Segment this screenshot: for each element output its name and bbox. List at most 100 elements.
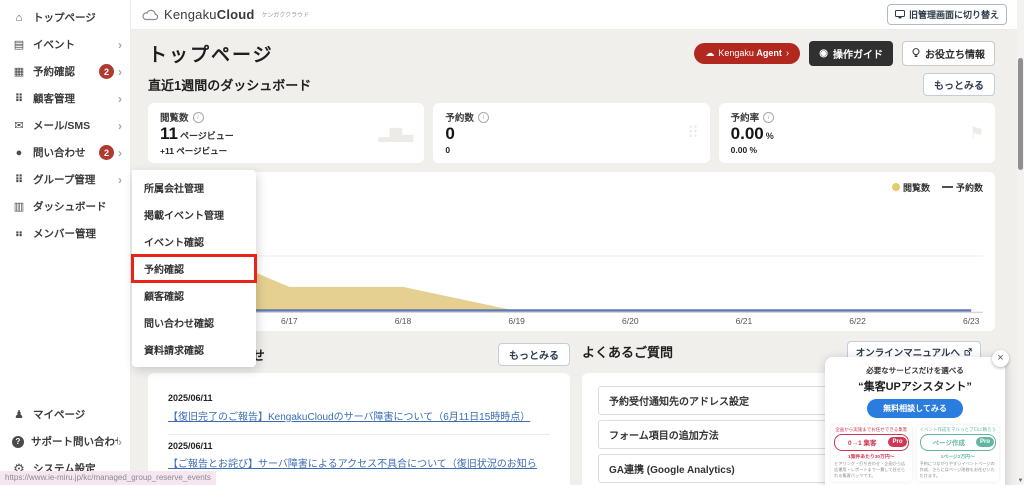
promo-service-card[interactable]: 企画から実施までお任せできる集客 0→1 集客 Pro 1案件あたり30万円～ ヒアリン… (831, 424, 912, 482)
pro-badge: Pro (888, 437, 907, 448)
mail-icon: ✉ (14, 120, 24, 132)
faq-section: よくあるご質問 オンラインマニュアルへ 予約受付通知先のアドレス設定 フォーム項目… (582, 340, 1009, 485)
submenu-item[interactable]: イベント確認 (132, 228, 256, 255)
news-link[interactable]: 【ご報告とお詫び】サーバ障害によるアクセス不具合について（復旧状況のお知らせ） (168, 455, 550, 485)
dashboard-section-header: 直近1週間のダッシュボード もっとみる (148, 73, 995, 96)
event-icon: ▤ (13, 39, 25, 51)
submenu-item[interactable]: 掲載イベント管理 (132, 201, 256, 228)
submenu-item[interactable]: 予約確認 (131, 254, 257, 283)
promo-card-price: 1ページ2万円～ (940, 454, 975, 460)
x-tick-label: 6/21 (735, 315, 753, 326)
submenu-item[interactable]: 所属会社管理 (132, 174, 256, 201)
submenu-item[interactable]: 資料請求確認 (132, 336, 256, 363)
sidebar-item-home[interactable]: ⌂ トップページ (0, 4, 130, 31)
chart-card: 予約数・閲覧数 i 閲覧数 予約数 6/176/186/196/206/216/… (148, 171, 995, 331)
notification-badge: 2 (99, 64, 114, 79)
stat-card-label-row: 閲覧数 i (160, 110, 412, 124)
close-icon[interactable]: × (992, 349, 1009, 367)
cloud-icon: ☁ (705, 47, 715, 58)
x-tick-label: 6/20 (622, 315, 639, 326)
x-tick-label: 6/19 (508, 315, 525, 326)
pro-badge: Pro (975, 437, 994, 448)
stat-card: 閲覧数 i 11 ページビュー +11 ページビュー ▂▆▃ (148, 103, 425, 163)
submenu-item[interactable]: 顧客確認 (132, 282, 256, 309)
mypage-icon: ♟ (14, 409, 24, 421)
sidebar-item-group[interactable]: ⠿ グループ管理 › (0, 166, 130, 193)
stat-card-value: 11 ページビュー (160, 124, 412, 144)
sidebar-item-label: イベント (33, 39, 75, 51)
group-management-submenu: 所属会社管理 掲載イベント管理 イベント確認 予約確認 顧客確認 問い合わせ確認 資料請求確… (131, 170, 257, 367)
content: トップページ ☁ Kengaku Agent › ◉ 操作ガイド お役立ち情報 (130, 30, 1017, 485)
sidebar-nav-list: ⌂ トップページ ▤ イベント › ▦ 予約確認 2 › ⠿ 顧客管理 › ✉ メール/SMS › ● 問い合わ… (0, 0, 130, 247)
dashboard-section-title: 直近1週間のダッシュボード (148, 78, 312, 93)
sidebar-item-members[interactable]: ⠶ メンバー管理 (0, 220, 130, 247)
stat-value-unit: % (765, 131, 774, 141)
chevron-right-icon: › (118, 91, 122, 106)
news-item: 2025/06/11 【復旧完了のご報告】KengakuCloudのサーバ障害につ… (168, 387, 550, 435)
sidebar-item-dashboard[interactable]: ▥ ダッシュボード (0, 193, 130, 220)
scrollbar-track[interactable]: ▼ (1017, 0, 1024, 485)
useful-info-button[interactable]: お役立ち情報 (902, 40, 995, 66)
sidebar-item-mypage[interactable]: ♟ マイページ (0, 401, 130, 428)
stat-card-subvalue: +11 ページビュー (160, 145, 228, 156)
reservations-views-chart (160, 201, 983, 313)
free-consultation-button[interactable]: 無料相談してみる (867, 398, 963, 418)
lightbulb-icon (912, 47, 920, 57)
stat-card-value: 0 (445, 124, 697, 144)
sidebar-item-event[interactable]: ▤ イベント › (0, 31, 130, 58)
news-item: 2025/06/11 【ご報告とお詫び】サーバ障害によるアクセス不具合について（復… (168, 435, 550, 485)
stat-card-label: 閲覧数 (160, 113, 189, 124)
guide-circle-icon: ◉ (819, 47, 828, 59)
legend-dot-icon (891, 183, 900, 192)
dashboard-more-button[interactable]: もっとみる (923, 73, 995, 96)
promo-card-tagline: 企画から実施までお任せできる集客 (835, 426, 908, 432)
chevron-right-icon: › (118, 118, 122, 133)
info-icon: i (477, 111, 489, 123)
sidebar-item-label: 予約確認 (33, 66, 75, 78)
sidebar-item-inquiry[interactable]: ● 問い合わせ 2 › (0, 139, 130, 166)
stat-card-subvalue: 0.00 % (730, 144, 758, 155)
promo-service-card[interactable]: イベント作成をマルっとプロに頼ろう ページ作成 Pro 1ページ2万円～ 予約につながり… (916, 424, 999, 482)
sidebar-item-label: 問い合わせ (33, 147, 86, 159)
stat-card-label-row: 予約率 i (731, 110, 983, 124)
stat-value-number: 0 (445, 124, 455, 143)
stat-value-number: 0.00 (730, 124, 764, 143)
x-tick-label: 6/17 (281, 315, 298, 326)
faq-section-title: よくあるご質問 (582, 345, 674, 361)
scrollbar-down-arrow[interactable]: ▼ (1017, 478, 1024, 484)
sidebar-item-label: 顧客管理 (33, 93, 75, 105)
legend-reservations: 予約数 (941, 181, 983, 194)
scrollbar-thumb[interactable] (1018, 58, 1023, 170)
submenu-item[interactable]: 問い合わせ確認 (132, 309, 256, 336)
stat-card-subvalue: 0 (445, 144, 451, 155)
inquiry-icon: ● (15, 146, 23, 159)
stat-card-label: 予約率 (730, 113, 760, 124)
monitor-icon (894, 10, 905, 19)
topbar: KengakuCloud ケンガククラウド 旧管理画面に切り替え (130, 0, 1017, 30)
sidebar-item-mail[interactable]: ✉ メール/SMS › (0, 112, 130, 139)
operation-guide-button[interactable]: ◉ 操作ガイド (809, 40, 893, 66)
chart-x-axis-labels: 6/17 6/18 6/19 6/20 6/21 6/22 6/23 (160, 313, 983, 329)
sidebar-footer-list: ♟ マイページ? サポート問い合わせ › ⚙ システム設定 (0, 401, 130, 482)
sidebar-item-label: サポート問い合わせ (31, 436, 118, 448)
sidebar-item-customers[interactable]: ⠿ 顧客管理 › (0, 85, 130, 112)
kengaku-agent-button[interactable]: ☁ Kengaku Agent › (694, 42, 801, 64)
header-buttons: ☁ Kengaku Agent › ◉ 操作ガイド お役立ち情報 (694, 40, 995, 66)
page-header: トップページ ☁ Kengaku Agent › ◉ 操作ガイド お役立ち情報 (148, 35, 995, 71)
news-link[interactable]: 【復旧完了のご報告】KengakuCloudのサーバ障害について（6月11日15… (168, 408, 530, 423)
news-more-button[interactable]: もっとみる (498, 342, 570, 366)
sidebar-item-label: メンバー管理 (33, 228, 96, 240)
sidebar-item-calendar[interactable]: ▦ 予約確認 2 › (0, 58, 130, 85)
stat-value-unit: ページビュー (179, 131, 234, 141)
switch-to-old-admin-button[interactable]: 旧管理画面に切り替え (886, 4, 1007, 25)
promo-card-label: 0→1 集客 (847, 440, 877, 448)
chart-header: 予約数・閲覧数 i 閲覧数 予約数 (160, 180, 983, 195)
sidebar: ⌂ トップページ ▤ イベント › ▦ 予約確認 2 › ⠿ 顧客管理 › ✉ メール/SMS › ● 問い合わ… (0, 0, 131, 485)
chart-canvas (160, 238, 983, 313)
stat-cards-row: 閲覧数 i 11 ページビュー +11 ページビュー ▂▆▃ 予約数 i 0 0 ⠿ 予約率 i 0.00… (148, 103, 995, 163)
stat-card-label: 予約数 (445, 113, 474, 124)
external-link-icon (964, 347, 972, 356)
sidebar-item-support[interactable]: ? サポート問い合わせ › (0, 428, 130, 455)
x-tick-label: 6/23 (962, 315, 980, 326)
chevron-right-icon: › (785, 47, 790, 59)
